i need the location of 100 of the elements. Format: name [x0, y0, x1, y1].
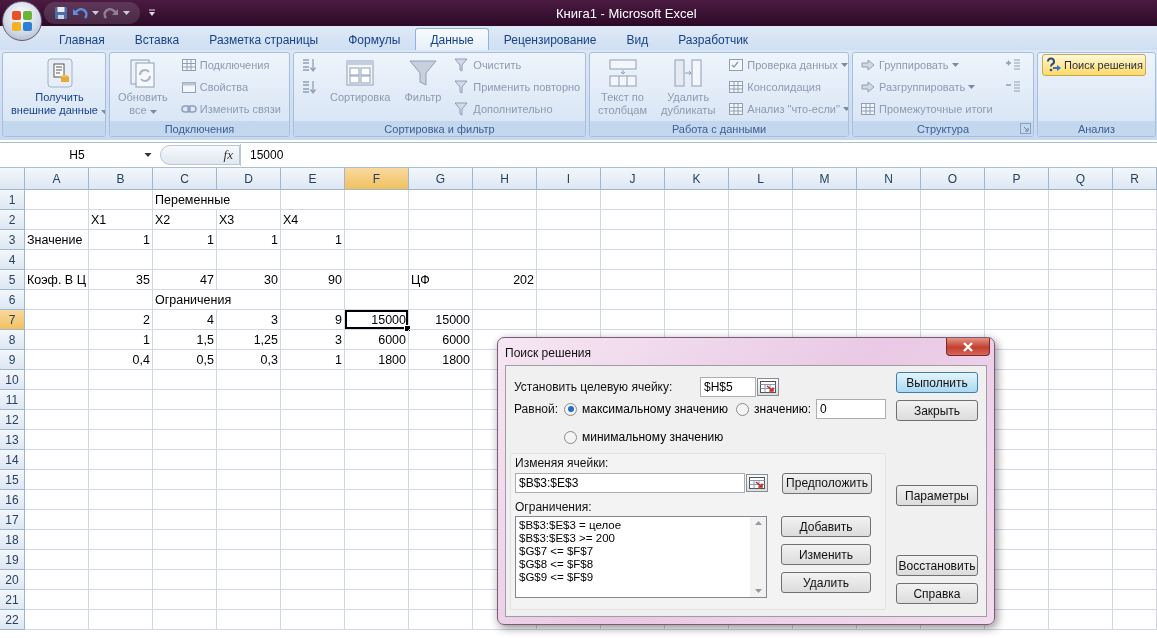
constraints-list[interactable]: $B$3:$E$3 = целое $B$3:$E$3 >= 200 $G$7 <= $F$7 $G$8 <= $F$8 $G$9 <= $F$9: [515, 516, 767, 598]
row-header[interactable]: 12: [0, 410, 25, 430]
undo-icon[interactable]: [72, 6, 88, 20]
row-header[interactable]: 8: [0, 330, 25, 350]
table-cell: [153, 430, 217, 450]
row-header[interactable]: 10: [0, 370, 25, 390]
column-header[interactable]: E: [281, 168, 345, 190]
list-item[interactable]: $G$8 <= $F$8: [519, 558, 747, 571]
list-item[interactable]: $G$7 <= $F$7: [519, 545, 747, 558]
radio-button[interactable]: [564, 402, 577, 416]
dialog-button[interactable]: Закрыть: [896, 400, 978, 421]
table-cell: [985, 290, 1049, 310]
list-item[interactable]: $G$9 <= $F$9: [519, 571, 747, 584]
row-header[interactable]: 21: [0, 590, 25, 610]
radio-button[interactable]: [564, 430, 577, 444]
table-cell: 47: [153, 270, 217, 290]
scroll-down-icon[interactable]: [754, 589, 762, 593]
row-header[interactable]: 15: [0, 470, 25, 490]
table-cell: [857, 290, 921, 310]
ribbon-tab[interactable]: Рецензирование: [488, 28, 612, 50]
column-header[interactable]: C: [153, 168, 217, 190]
scrollbar[interactable]: [750, 517, 766, 597]
collapse-dialog-button[interactable]: [757, 378, 779, 396]
column-header[interactable]: H: [473, 168, 537, 190]
dialog-button[interactable]: Справка: [896, 583, 978, 604]
table-cell: [729, 290, 793, 310]
ribbon-tab[interactable]: Формулы: [333, 28, 416, 50]
table-cell: [473, 290, 537, 310]
row-header[interactable]: 6: [0, 290, 25, 310]
dialog-button[interactable]: Удалить: [781, 572, 871, 593]
list-item[interactable]: $B$3:$E$3 = целое: [519, 519, 747, 532]
row-header[interactable]: 18: [0, 530, 25, 550]
column-header[interactable]: N: [857, 168, 921, 190]
ribbon-tab[interactable]: Главная: [44, 28, 120, 50]
row-header[interactable]: 9: [0, 350, 25, 370]
column-header[interactable]: L: [729, 168, 793, 190]
ribbon-button[interactable]: Поиск решения: [1042, 54, 1146, 76]
radio-button[interactable]: [736, 402, 749, 416]
ribbon-tab[interactable]: Разработчик: [663, 28, 764, 50]
column-header[interactable]: Q: [1049, 168, 1113, 190]
caret-icon: [149, 110, 157, 114]
name-box[interactable]: H5: [0, 144, 155, 166]
guess-button[interactable]: Предположить: [782, 472, 872, 494]
customize-toolbar-icon[interactable]: [148, 9, 156, 17]
column-header[interactable]: M: [793, 168, 857, 190]
row-header[interactable]: 2: [0, 210, 25, 230]
row-header[interactable]: 19: [0, 550, 25, 570]
close-button[interactable]: [946, 338, 990, 356]
dialog-button[interactable]: Выполнить: [896, 372, 978, 393]
column-header[interactable]: O: [921, 168, 985, 190]
table-cell: [1113, 310, 1157, 330]
radio-option[interactable]: минимальному значению: [564, 430, 724, 444]
table-cell: [665, 210, 729, 230]
redo-icon[interactable]: [103, 6, 119, 20]
save-icon[interactable]: [54, 6, 68, 20]
column-header[interactable]: G: [409, 168, 473, 190]
dialog-button[interactable]: Параметры: [896, 485, 978, 506]
column-header[interactable]: J: [601, 168, 665, 190]
row-header[interactable]: 22: [0, 610, 25, 630]
column-header[interactable]: P: [985, 168, 1049, 190]
column-header[interactable]: F: [345, 168, 409, 190]
column-header[interactable]: A: [25, 168, 89, 190]
row-header[interactable]: 17: [0, 510, 25, 530]
formula-input[interactable]: 15000: [240, 144, 1157, 166]
row-header[interactable]: 1: [0, 190, 25, 210]
column-header[interactable]: D: [217, 168, 281, 190]
dialog-launcher-button[interactable]: [1020, 123, 1031, 134]
column-header[interactable]: I: [537, 168, 601, 190]
table-cell: [857, 250, 921, 270]
radio-option[interactable]: максимальному значению: [564, 402, 732, 416]
radio-option[interactable]: значению:: [736, 402, 812, 416]
ribbon-tab[interactable]: Данные: [415, 28, 489, 50]
list-item[interactable]: $B$3:$E$3 >= 200: [519, 532, 747, 545]
row-header[interactable]: 20: [0, 570, 25, 590]
row-header[interactable]: 13: [0, 430, 25, 450]
row-header[interactable]: 14: [0, 450, 25, 470]
ribbon-tab[interactable]: Вставка: [119, 28, 195, 50]
row-header[interactable]: 7: [0, 310, 25, 330]
ribbon-tab[interactable]: Вид: [611, 28, 664, 50]
dialog-button[interactable]: Добавить: [781, 516, 871, 537]
select-all-corner[interactable]: [0, 168, 25, 190]
insert-function-button[interactable]: fx: [223, 147, 233, 163]
collapse-dialog-button[interactable]: [746, 474, 768, 492]
dialog-button[interactable]: Восстановить: [896, 555, 978, 576]
column-header[interactable]: B: [89, 168, 153, 190]
ribbon-tab[interactable]: Разметка страницы: [194, 28, 334, 50]
input-field[interactable]: 0: [816, 399, 886, 419]
column-header[interactable]: K: [665, 168, 729, 190]
row-header[interactable]: 3: [0, 230, 25, 250]
table-cell: [345, 570, 409, 590]
row-header[interactable]: 11: [0, 390, 25, 410]
row-header[interactable]: 4: [0, 250, 25, 270]
scroll-up-icon[interactable]: [754, 521, 762, 525]
table-cell: [1049, 390, 1113, 410]
input-field[interactable]: $H$5: [700, 377, 756, 397]
row-header[interactable]: 16: [0, 490, 25, 510]
column-header[interactable]: R: [1113, 168, 1157, 190]
row-header[interactable]: 5: [0, 270, 25, 290]
input-field[interactable]: $B$3:$E$3: [515, 473, 745, 493]
dialog-button[interactable]: Изменить: [781, 544, 871, 565]
